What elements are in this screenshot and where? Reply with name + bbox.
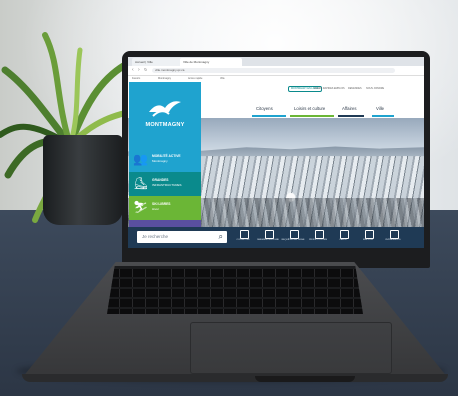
quick-link[interactable]: PAIEMENT EN LIGNE <box>257 230 279 248</box>
quick-link-label: CARTE <box>339 239 347 241</box>
laptop-front-edge <box>22 374 448 382</box>
promo-title: GRANDES <box>152 178 169 182</box>
bookmark-item[interactable]: Favoris <box>132 77 140 80</box>
card-icon <box>315 230 324 239</box>
promo-title: SKI LIBRES <box>152 202 171 206</box>
quick-link-label: REQUÊTES EN LIGNE <box>281 239 305 241</box>
nav-underline <box>290 115 334 117</box>
browser-tab[interactable]: Accueil | Ville <box>132 58 184 66</box>
keyboard <box>107 266 363 314</box>
hand-icon <box>290 230 299 239</box>
browser-tab-active[interactable]: Ville de Montmagny <box>180 58 242 66</box>
quick-link[interactable]: ÉVÉNEMENTS <box>384 230 402 248</box>
search-input[interactable]: Je recherche <box>142 234 168 239</box>
skiing-icon: ⛷ <box>133 200 149 214</box>
quick-link[interactable]: EMPLOIS <box>359 230 377 248</box>
promo-subtitle: INFRASTRUCTURES <box>152 183 182 187</box>
promo-subtitle: Montmagny <box>152 159 168 163</box>
lid-notch <box>255 376 355 382</box>
geese-logo-icon <box>149 101 181 117</box>
nav-loisirs[interactable]: Loisirs et culture <box>294 106 325 111</box>
browser-toolbar: ‹ › ↻ ville.montmagny.qc.ca <box>128 66 424 76</box>
promo-mobilite[interactable]: 👥 MOBILITÉ ACTIVE Montmagny <box>129 148 201 172</box>
site-logo[interactable]: MONTMAGNY <box>129 82 201 148</box>
quick-access-bar: Je recherche ⌕ COLLECTES PAIEMENT EN LIG… <box>128 227 424 248</box>
quick-link-label: COLLECTES <box>236 239 250 241</box>
quick-link-label: EMPLOIS <box>363 239 373 241</box>
promo-subtitle: Hiver <box>152 207 160 211</box>
nav-underline <box>252 115 286 117</box>
back-icon[interactable]: ‹ <box>132 67 134 73</box>
quick-link[interactable]: REQUÊTES EN LIGNE <box>282 230 304 248</box>
top-link[interactable]: ACCÈS RAPIDES <box>314 87 333 90</box>
forward-icon[interactable]: › <box>138 67 140 73</box>
bookmark-item[interactable]: Accès rapide <box>188 77 202 80</box>
quick-link[interactable]: PROFIL CITOYEN <box>309 230 327 248</box>
nav-underline <box>372 115 394 117</box>
calendar-icon <box>390 230 399 239</box>
address-bar[interactable]: ville.montmagny.qc.ca <box>152 68 395 73</box>
promo-infrastructures[interactable]: ⛸ GRANDES INFRASTRUCTURES <box>129 172 201 196</box>
bookmark-item[interactable]: Ville <box>220 77 225 80</box>
trackpad <box>190 322 392 374</box>
nav-citoyens[interactable]: Citoyens <box>256 106 273 111</box>
browser-tab-bar: Accueil | Ville Ville de Montmagny <box>128 57 424 66</box>
top-link[interactable]: EMPLOIS <box>334 87 345 90</box>
screen-bezel <box>128 248 424 260</box>
plant-pot <box>43 135 123 225</box>
top-link[interactable]: DEMANDES <box>348 87 362 90</box>
site-search[interactable]: Je recherche ⌕ <box>137 231 227 243</box>
receipt-icon <box>265 230 274 239</box>
promo-title: MOBILITÉ ACTIVE <box>152 154 181 158</box>
bookmark-item[interactable]: Montmagny <box>158 77 171 80</box>
laptop-screen: Accueil | Ville Ville de Montmagny ‹ › ↻… <box>128 57 424 248</box>
reload-icon[interactable]: ↻ <box>144 67 147 72</box>
promo-ski[interactable]: ⛷ SKI LIBRES Hiver <box>129 196 201 220</box>
quick-link-label: PROFIL CITOYEN <box>308 239 328 241</box>
nav-affaires[interactable]: Affaires <box>342 106 357 111</box>
quick-link-label: PAIEMENT EN LIGNE <box>257 239 279 241</box>
quick-link-label: ÉVÉNEMENTS <box>385 239 401 241</box>
search-icon[interactable]: ⌕ <box>219 232 223 242</box>
walking-people-icon: 👥 <box>133 152 148 166</box>
map-icon <box>340 230 349 239</box>
trash-icon <box>240 230 249 239</box>
top-link[interactable]: NOUS JOINDRE <box>366 87 384 90</box>
side-panel: MONTMAGNY 👥 MOBILITÉ ACTIVE Montmagny ⛸ … <box>129 82 201 242</box>
briefcase-icon <box>365 230 374 239</box>
logo-wordmark: MONTMAGNY <box>145 122 185 128</box>
photo-scene: Accueil | Ville Ville de Montmagny ‹ › ↻… <box>0 0 458 396</box>
nav-underline <box>338 115 364 117</box>
quick-link[interactable]: COLLECTES <box>234 230 252 248</box>
nav-ville[interactable]: Ville <box>376 106 384 111</box>
quick-link[interactable]: CARTE <box>334 230 352 248</box>
skating-icon: ⛸ <box>133 176 149 190</box>
